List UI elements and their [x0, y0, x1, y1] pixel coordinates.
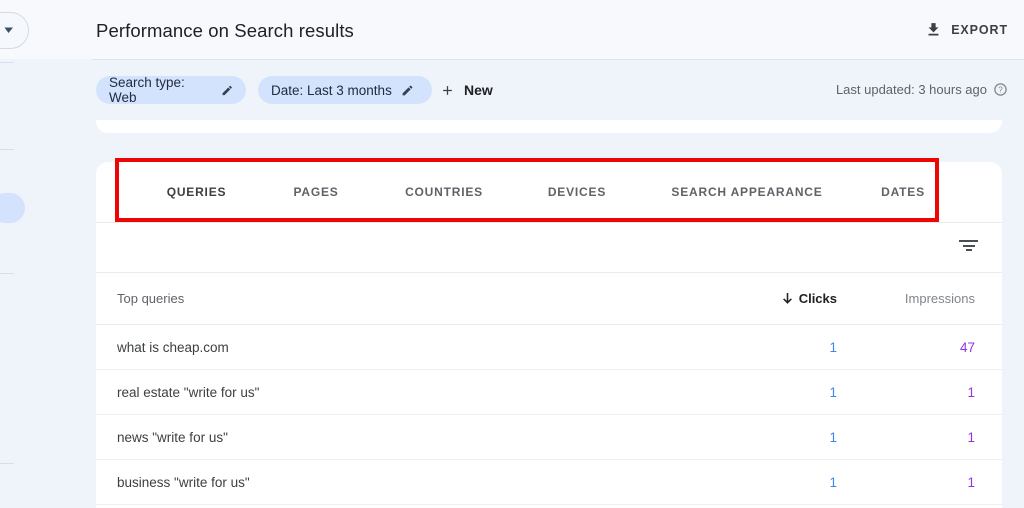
sidebar-divider	[0, 463, 14, 464]
last-updated-text: Last updated: 3 hours ago	[835, 82, 987, 97]
query-cell: real estate "write for us"	[117, 384, 260, 400]
impressions-cell: 1	[967, 429, 975, 445]
date-range-chip-label: Date: Last 3 months	[271, 82, 392, 98]
clicks-cell: 1	[829, 339, 837, 355]
new-filter-button[interactable]: New	[440, 76, 493, 104]
last-updated-status: Last updated: 3 hours ago ?	[836, 82, 1008, 97]
query-cell: news "write for us"	[117, 429, 228, 445]
plus-icon	[443, 85, 452, 95]
query-cell: business "write for us"	[117, 474, 250, 490]
chart-card-bottom-edge	[96, 120, 1002, 133]
page-title: Performance on Search results	[96, 20, 354, 41]
sidebar-divider	[0, 273, 14, 274]
tab-dates[interactable]: DATES	[856, 162, 950, 222]
sidebar-selected-item-highlight[interactable]	[0, 193, 25, 223]
tab-search-appearance[interactable]: SEARCH APPEARANCE	[638, 162, 856, 222]
edit-pencil-icon	[222, 85, 232, 95]
tab-countries[interactable]: COUNTRIES	[372, 162, 516, 222]
date-range-chip[interactable]: Date: Last 3 months	[258, 76, 432, 104]
table-row[interactable]: business "write for us" 1 1	[96, 460, 1002, 505]
search-console-performance-page: Performance on Search results EXPORT Sea…	[0, 0, 1024, 508]
chevron-down-icon	[4, 27, 13, 33]
impressions-cell: 47	[959, 339, 975, 355]
column-header-top-queries[interactable]: Top queries	[117, 291, 737, 306]
help-icon[interactable]: ?	[993, 82, 1008, 97]
tab-queries[interactable]: QUERIES	[133, 162, 260, 222]
tab-dates-label: DATES	[881, 185, 925, 199]
table-row[interactable]: news "write for us" 1 1	[96, 415, 1002, 460]
dimension-tabs: QUERIES PAGES COUNTRIES DEVICES SEARCH A…	[96, 162, 1002, 223]
column-header-clicks[interactable]: Clicks	[737, 291, 837, 306]
column-header-impressions[interactable]: Impressions	[837, 291, 975, 306]
search-type-chip[interactable]: Search type: Web	[96, 75, 246, 105]
clicks-header-label: Clicks	[798, 291, 837, 306]
tab-devices[interactable]: DEVICES	[516, 162, 638, 222]
edit-pencil-icon	[402, 85, 413, 95]
search-type-chip-label: Search type: Web	[109, 75, 185, 105]
table-header-row: Top queries Clicks Impressions	[96, 273, 1002, 325]
sidebar-divider	[0, 149, 14, 150]
clicks-cell: 1	[829, 474, 837, 490]
table-row[interactable]: real estate "write for us" 1 1	[96, 370, 1002, 415]
svg-text:?: ?	[998, 85, 1003, 94]
performance-table-card: QUERIES PAGES COUNTRIES DEVICES SEARCH A…	[96, 162, 1002, 508]
filter-rows-icon[interactable]	[959, 240, 978, 253]
tab-queries-label: QUERIES	[166, 185, 227, 199]
header-divider	[92, 59, 1024, 60]
new-filter-label: New	[464, 82, 493, 98]
clicks-cell: 1	[829, 429, 837, 445]
export-button[interactable]: EXPORT	[925, 21, 1008, 38]
table-toolbar-row	[96, 223, 1002, 273]
export-label: EXPORT	[951, 22, 1008, 37]
active-tab-underline	[133, 219, 260, 222]
query-cell: what is cheap.com	[117, 339, 229, 355]
clicks-cell: 1	[829, 384, 837, 400]
tab-search-appearance-label: SEARCH APPEARANCE	[671, 185, 823, 199]
impressions-cell: 1	[967, 474, 975, 490]
tab-pages-label: PAGES	[293, 185, 339, 199]
tab-countries-label: COUNTRIES	[405, 185, 483, 199]
tab-pages[interactable]: PAGES	[260, 162, 372, 222]
sort-descending-arrow-icon	[782, 293, 792, 304]
download-icon	[928, 23, 939, 36]
sidebar-divider	[0, 62, 14, 63]
impressions-cell: 1	[967, 384, 975, 400]
table-row[interactable]: what is cheap.com 1 47	[96, 325, 1002, 370]
tab-devices-label: DEVICES	[547, 185, 607, 199]
